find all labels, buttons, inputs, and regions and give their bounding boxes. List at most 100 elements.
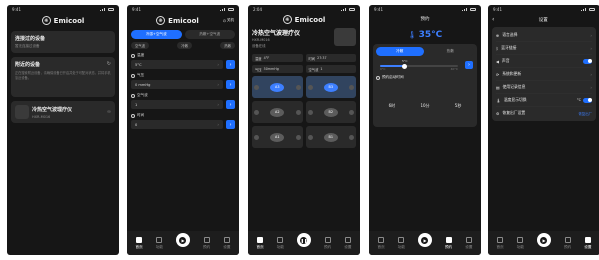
- airwave-next-button[interactable]: ›: [226, 100, 235, 109]
- factory-reset-link[interactable]: 恢复出厂: [578, 111, 592, 116]
- chip-hot[interactable]: 热敷: [220, 42, 235, 49]
- chamber-b3[interactable]: B3: [305, 76, 356, 98]
- minute-column[interactable]: 10分: [420, 103, 429, 109]
- play-button[interactable]: ▶: [536, 233, 551, 247]
- setting-language[interactable]: ⊕ 语言选择 ›: [496, 29, 592, 42]
- setting-system-update[interactable]: ⟳ 系统和更新 ›: [496, 68, 592, 81]
- sound-toggle[interactable]: [583, 58, 592, 64]
- tab-home[interactable]: 首页: [497, 236, 504, 250]
- home-icon: [497, 236, 504, 243]
- tab-home[interactable]: 首页: [257, 236, 264, 250]
- status-bar: 9:41: [7, 5, 119, 14]
- play-icon: ▶: [179, 236, 187, 244]
- function-icon: [277, 236, 284, 243]
- connected-title: 连接过的设备: [15, 36, 46, 42]
- function-icon: [398, 236, 405, 243]
- chip-airwave[interactable]: 空气波: [131, 42, 150, 49]
- update-icon: ⟳: [496, 71, 500, 77]
- tab-settings[interactable]: 设置: [223, 236, 230, 250]
- play-button[interactable]: ▶: [417, 233, 432, 247]
- device-title: 冷热空气波理疗仪: [252, 30, 301, 37]
- device-item[interactable]: 冷热空气波理疗仪 HXR-M016 ∞: [11, 101, 115, 123]
- settings-screen: 9:41 ‹ 设置 ⊕ 语言选择 › ᛒ 蓝牙链接 › ◀ 声音 ⟳ 系统和更新 › ▤ 使用记…: [488, 5, 599, 255]
- calendar-icon: [564, 236, 571, 243]
- tab-function[interactable]: 功能: [156, 236, 163, 250]
- play-icon: ▶: [421, 236, 429, 244]
- calendar-icon: [203, 236, 210, 243]
- play-button[interactable]: ▶: [175, 233, 190, 247]
- tab-home[interactable]: 首页: [136, 236, 143, 250]
- param-airwave: 空气波 1 › ›: [131, 93, 235, 109]
- device-thumbnail: [15, 105, 29, 119]
- param-pressure: 气压 0 mmHg › ›: [131, 73, 235, 89]
- tab-cold-airwave[interactable]: 冷感+空气波: [131, 30, 182, 39]
- temperature-unit-toggle[interactable]: [583, 97, 592, 103]
- tab-settings[interactable]: 设置: [465, 236, 472, 250]
- tab-schedule[interactable]: 预约: [203, 236, 210, 250]
- tab-settings[interactable]: 设置: [344, 236, 351, 250]
- target-temperature: 35°C: [418, 30, 443, 40]
- clock-icon: [131, 113, 135, 118]
- chip-cold[interactable]: 冷敷: [177, 42, 193, 49]
- device-status: 设备在线: [252, 44, 266, 48]
- battery-icon: [589, 8, 595, 11]
- play-icon: ▶: [540, 236, 548, 244]
- tab-schedule[interactable]: 预约: [445, 236, 452, 250]
- tab-cold[interactable]: 冷敷: [376, 47, 424, 56]
- power-button[interactable]: ⏻ 关机: [223, 18, 234, 23]
- slider-thumb[interactable]: [402, 63, 407, 69]
- temperature-next-button[interactable]: ›: [226, 60, 235, 69]
- chamber-b2[interactable]: B2: [305, 101, 356, 123]
- battery-icon: [108, 8, 114, 11]
- pause-button[interactable]: ❚❚: [296, 233, 311, 247]
- tab-bar: 首页 功能 ❚❚ 预约 设置: [248, 231, 360, 255]
- status-bar: 2:04: [248, 5, 360, 14]
- function-icon: [156, 236, 163, 243]
- signal-icon: [100, 8, 114, 11]
- second-column[interactable]: 5秒: [455, 103, 462, 109]
- airwave-icon: [131, 93, 135, 98]
- tab-home[interactable]: 首页: [378, 236, 385, 250]
- chamber-a2[interactable]: A2: [252, 101, 303, 123]
- refresh-icon[interactable]: ↻: [107, 61, 111, 68]
- chamber-a1[interactable]: A1: [252, 126, 303, 148]
- thermometer-icon: 🌡: [407, 31, 417, 39]
- link-icon[interactable]: ∞: [107, 109, 111, 115]
- setting-bluetooth[interactable]: ᛒ 蓝牙链接 ›: [496, 42, 592, 55]
- clock-icon: [376, 75, 380, 80]
- setting-usage-records[interactable]: ▤ 使用记录信息 ›: [496, 81, 592, 94]
- setting-factory-reset[interactable]: ⚙ 恢复出厂设置 恢复出厂: [496, 107, 592, 119]
- tab-schedule[interactable]: 预约: [564, 236, 571, 250]
- stats-row-1: 温度 4°F 时间 27:37: [252, 54, 356, 62]
- pressure-next-button[interactable]: ›: [226, 80, 235, 89]
- chamber-a3[interactable]: A3: [252, 76, 303, 98]
- thermometer-icon: 🌡: [496, 97, 501, 103]
- slider-next-button[interactable]: ›: [465, 61, 473, 69]
- time-picker[interactable]: 6时 10分 5秒: [376, 88, 474, 124]
- bluetooth-icon: ᛒ: [496, 45, 499, 51]
- chamber-grid: A3 B3 A2 B2 A1 B1: [252, 76, 356, 148]
- document-icon: ▤: [496, 84, 500, 90]
- device-id: HXR-M016: [32, 114, 51, 119]
- function-screen: 9:41 ❋ Emicool ⏻ 关机 冷感+空气波 热敷+空气波 空气波 冷敷 热…: [127, 5, 239, 255]
- time-value[interactable]: 0 ›: [131, 120, 223, 129]
- pressure-value[interactable]: 0 mmHg ›: [131, 80, 223, 89]
- time-next-button[interactable]: ›: [226, 120, 235, 129]
- temperature-value[interactable]: 5°C ›: [131, 60, 223, 69]
- hour-column[interactable]: 6时: [389, 103, 396, 109]
- tab-function[interactable]: 功能: [277, 236, 284, 250]
- signal-icon: [581, 8, 595, 11]
- tab-function[interactable]: 功能: [398, 236, 405, 250]
- tab-settings[interactable]: 设置: [584, 236, 591, 250]
- tab-hot-airwave[interactable]: 热敷+空气波: [184, 30, 235, 39]
- slider-min: 0°C: [380, 67, 386, 71]
- tab-hot[interactable]: 热敷: [426, 47, 474, 56]
- tab-function[interactable]: 功能: [517, 236, 524, 250]
- stat-temperature: 温度 4°F: [252, 54, 303, 62]
- airwave-value[interactable]: 1 ›: [131, 100, 223, 109]
- temperature-slider[interactable]: 5°C 0°C 40°C ›: [376, 59, 474, 71]
- gear-icon: [223, 236, 230, 243]
- tab-schedule[interactable]: 预约: [324, 236, 331, 250]
- chamber-b1[interactable]: B1: [305, 126, 356, 148]
- connected-devices-card: 连接过的设备 暂无连接过设备: [11, 31, 115, 53]
